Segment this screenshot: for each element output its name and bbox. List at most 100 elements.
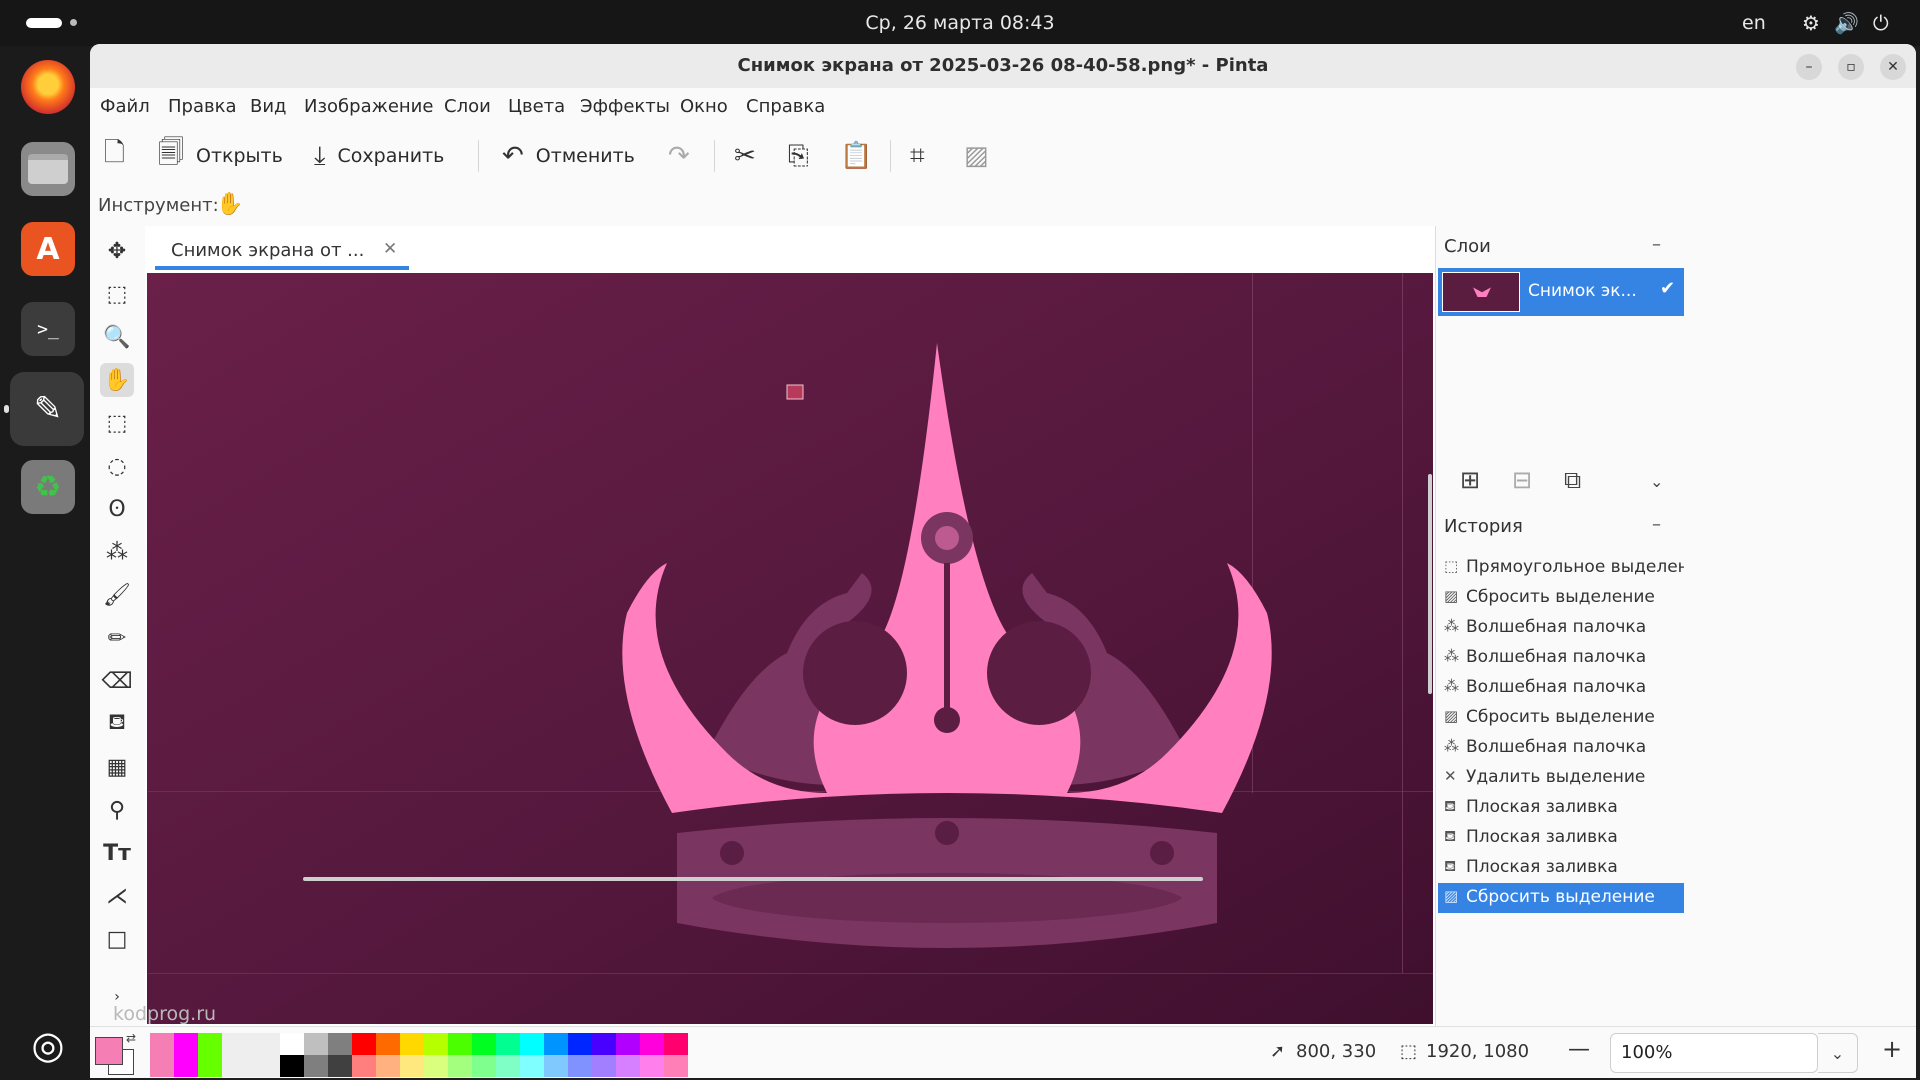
history-item[interactable]: ✕ Удалить выделение [1438, 763, 1684, 793]
palette-color-swatch[interactable] [640, 1033, 664, 1055]
palette-color-swatch[interactable] [664, 1033, 688, 1055]
palette-color-swatch[interactable] [520, 1033, 544, 1055]
pencil-tool-icon[interactable]: ✏ [100, 621, 134, 655]
menu-file[interactable]: Файл [100, 96, 150, 117]
palette-color-swatch[interactable] [376, 1055, 400, 1077]
palette-color-swatch[interactable] [280, 1055, 304, 1077]
move-selection-tool-icon[interactable]: ⬚ [100, 277, 134, 311]
history-item[interactable]: ⁂ Волшебная палочка [1438, 733, 1684, 763]
minimize-button[interactable]: – [1796, 54, 1822, 80]
document-tab[interactable]: Снимок экрана от ... ✕ [155, 230, 409, 270]
maximize-button[interactable]: ▫ [1838, 54, 1864, 80]
move-selected-tool-icon[interactable]: ✥ [100, 234, 134, 268]
zoom-input[interactable]: 100% [1610, 1033, 1818, 1073]
menu-layers[interactable]: Слои [444, 96, 491, 117]
primary-color-swatch[interactable] [95, 1037, 123, 1065]
new-button[interactable]: 🗋 [104, 136, 137, 176]
history-item[interactable]: ⁂ Волшебная палочка [1438, 613, 1684, 643]
trash-icon[interactable]: ♻ [21, 460, 75, 514]
terminal-icon[interactable]: >_ [21, 302, 75, 356]
palette-color-swatch[interactable] [496, 1033, 520, 1055]
menu-help[interactable]: Справка [746, 96, 825, 117]
palette-color-swatch[interactable] [544, 1055, 568, 1077]
palette-color-swatch[interactable] [304, 1033, 328, 1055]
layer-item[interactable]: Снимок эк... ✔ [1438, 268, 1684, 316]
deselect-button[interactable]: ▨ [964, 136, 1001, 176]
history-item[interactable]: ▨ Сбросить выделение [1438, 883, 1684, 913]
history-item[interactable]: ⁂ Волшебная палочка [1438, 673, 1684, 703]
palette-color-swatch[interactable] [496, 1055, 520, 1077]
redo-button[interactable]: ↷ [668, 136, 702, 176]
horizontal-scrollbar[interactable] [303, 877, 1203, 881]
palette-color-swatch[interactable] [448, 1055, 472, 1077]
vertical-scrollbar[interactable] [1428, 474, 1432, 694]
palette-color-swatch[interactable] [400, 1033, 424, 1055]
palette-color-swatch[interactable] [400, 1055, 424, 1077]
pan-tool-icon[interactable]: ✋ [100, 363, 134, 397]
ellipse-select-tool-icon[interactable]: ◌ [100, 449, 134, 483]
history-item[interactable]: ⛾ Плоская заливка [1438, 853, 1684, 883]
palette-color-swatch[interactable] [280, 1033, 304, 1055]
menu-image[interactable]: Изображение [304, 96, 433, 117]
app-center-icon[interactable]: A [21, 222, 75, 276]
files-icon[interactable] [21, 142, 75, 196]
crop-button[interactable]: ⌗ [910, 136, 937, 176]
palette-color-swatch[interactable] [424, 1055, 448, 1077]
zoom-dropdown-chevron-icon[interactable]: ⌄ [1818, 1033, 1858, 1073]
close-button[interactable]: ✕ [1880, 54, 1906, 80]
palette-color-swatch[interactable] [568, 1055, 592, 1077]
open-button[interactable]: 🗐 Открыть [158, 136, 283, 176]
palette-color-swatch[interactable] [640, 1055, 664, 1077]
paintbrush-tool-icon[interactable]: 🖌 [100, 578, 134, 612]
menu-window[interactable]: Окно [680, 96, 728, 117]
palette-color-swatch[interactable] [592, 1033, 616, 1055]
lasso-tool-icon[interactable]: ʘ [100, 492, 134, 526]
palette-color-swatch[interactable] [568, 1033, 592, 1055]
palette-color-swatch[interactable] [376, 1033, 400, 1055]
menu-edit[interactable]: Правка [168, 96, 237, 117]
palette-color-swatch[interactable] [592, 1055, 616, 1077]
layer-menu-chevron-icon[interactable]: ⌄ [1650, 472, 1663, 491]
swap-colors-icon[interactable]: ⇄ [126, 1031, 136, 1045]
history-item[interactable]: ▨ Сбросить выделение [1438, 703, 1684, 733]
show-apps-icon[interactable]: ◎ [21, 1018, 75, 1072]
zoom-out-icon[interactable]: — [1568, 1037, 1590, 1062]
palette-color-swatch[interactable] [352, 1055, 376, 1077]
copy-button[interactable]: ⎘ [788, 136, 821, 176]
delete-layer-icon[interactable]: ⊟ [1512, 466, 1532, 494]
title-bar[interactable]: Снимок экрана от 2025-03-26 08-40-58.png… [90, 44, 1916, 88]
eraser-tool-icon[interactable]: ⌫ [100, 664, 134, 698]
line-curve-tool-icon[interactable]: ⋌ [100, 879, 134, 913]
menu-view[interactable]: Вид [250, 96, 287, 117]
system-tray[interactable]: ⚙🔊⏻ [1802, 11, 1903, 35]
image-canvas[interactable] [147, 273, 1433, 1024]
palette-color-swatch[interactable] [352, 1033, 376, 1055]
rectangle-tool-icon[interactable]: □ [100, 922, 134, 956]
palette-color-swatch[interactable] [616, 1033, 640, 1055]
history-item[interactable]: ⬚ Прямоугольное выделение [1438, 553, 1684, 583]
palette-color-swatch[interactable] [304, 1055, 328, 1077]
gradient-tool-icon[interactable]: ▦ [100, 750, 134, 784]
recent-color-swatch[interactable] [198, 1033, 222, 1077]
history-item[interactable]: ⛾ Плоская заливка [1438, 823, 1684, 853]
recent-color-swatch[interactable] [246, 1033, 270, 1077]
color-picker-tool-icon[interactable]: ⚲ [100, 793, 134, 827]
palette-color-swatch[interactable] [472, 1033, 496, 1055]
duplicate-layer-icon[interactable]: ⧉ [1564, 466, 1581, 494]
palette-color-swatch[interactable] [544, 1033, 568, 1055]
palette-color-swatch[interactable] [424, 1033, 448, 1055]
recent-color-swatch[interactable] [150, 1033, 174, 1077]
network-icon[interactable]: ⚙ [1802, 11, 1834, 35]
power-icon[interactable]: ⏻ [1873, 11, 1903, 35]
rectangle-select-tool-icon[interactable]: ⬚ [100, 406, 134, 440]
keyboard-layout[interactable]: en [1742, 12, 1766, 34]
pinta-icon[interactable]: ✎ [21, 382, 75, 436]
close-tab-icon[interactable]: ✕ [383, 239, 397, 259]
save-button[interactable]: ⤓ Сохранить [314, 136, 444, 176]
clock[interactable]: Ср, 26 марта 08:43 [0, 12, 1920, 34]
palette-color-swatch[interactable] [328, 1033, 352, 1055]
palette-color-swatch[interactable] [448, 1033, 472, 1055]
history-item[interactable]: ▨ Сбросить выделение [1438, 583, 1684, 613]
add-layer-icon[interactable]: ⊞ [1460, 466, 1480, 494]
palette-color-swatch[interactable] [664, 1055, 688, 1077]
